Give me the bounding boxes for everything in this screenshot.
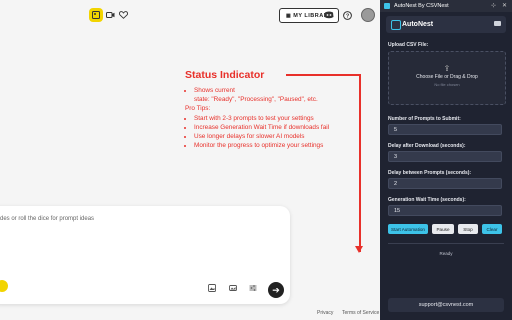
- tip-item: Start with 2-3 prompts to test your sett…: [194, 114, 360, 123]
- image-tab-icon[interactable]: [89, 8, 103, 22]
- annotation-bullet: Shows current state: "Ready", "Processin…: [194, 86, 360, 104]
- field-label-delay-prompts: Delay between Prompts (seconds):: [388, 170, 472, 176]
- discord-icon[interactable]: [322, 8, 336, 22]
- progress-divider: [388, 243, 504, 244]
- extension-panel: AutoNest By CSVNest ⊹ ✕ AutoNest Upload …: [380, 0, 512, 320]
- delay-download-input[interactable]: 3: [388, 151, 502, 162]
- stop-button[interactable]: Stop: [458, 224, 478, 234]
- upload-icon: ⇪: [443, 64, 451, 73]
- help-icon[interactable]: ?: [340, 8, 354, 22]
- aspect-ratio-icon[interactable]: [229, 284, 237, 294]
- brand-header: AutoNest: [386, 16, 506, 33]
- tip-item: Increase Generation Wait Time if downloa…: [194, 123, 360, 132]
- annotation-bullet-line1: Shows current: [194, 87, 235, 94]
- prompt-input[interactable]: des or roll the dice for prompt ideas: [0, 216, 94, 222]
- prompts-count-input[interactable]: 5: [388, 124, 502, 135]
- annotation-arrow-line: [286, 74, 360, 76]
- annotation-bullet-line2: state: "Ready", "Processing", "Paused", …: [194, 96, 318, 104]
- upload-label: Upload CSV File:: [388, 42, 429, 48]
- terms-link[interactable]: Terms of Service: [342, 310, 379, 316]
- autonest-logo-icon: [384, 3, 390, 9]
- close-icon[interactable]: ✕: [502, 2, 507, 9]
- arrow-right-icon: ➔: [272, 284, 280, 295]
- annotation-list: Shows current state: "Ready", "Processin…: [185, 86, 360, 150]
- upload-text: Choose File or Drag & Drop: [416, 74, 478, 80]
- upload-subtext: No file chosen: [434, 82, 460, 87]
- youtube-icon[interactable]: [494, 21, 501, 26]
- user-avatar[interactable]: [361, 8, 375, 22]
- pin-icon[interactable]: ⊹: [491, 2, 496, 9]
- field-label-delay-download: Delay after Download (seconds):: [388, 143, 466, 149]
- field-label-wait-time: Generation Wait Time (seconds):: [388, 197, 466, 203]
- pro-tips-label: Pro Tips:: [185, 105, 211, 113]
- status-indicator: Ready: [439, 251, 453, 256]
- delay-prompts-input[interactable]: 2: [388, 178, 502, 189]
- start-automation-button[interactable]: Start Automation: [388, 224, 428, 234]
- support-email[interactable]: support@csvnest.com: [388, 298, 504, 312]
- annotation-title: Status Indicator: [185, 69, 265, 81]
- privacy-link[interactable]: Privacy: [317, 310, 333, 316]
- send-button[interactable]: ➔: [268, 282, 284, 298]
- heart-icon[interactable]: [116, 8, 130, 22]
- annotation-arrowhead: [355, 246, 363, 253]
- panel-window-title: AutoNest By CSVNest: [394, 3, 449, 9]
- tip-item: Use longer delays for slower AI models: [194, 132, 360, 141]
- wait-time-input[interactable]: 15: [388, 205, 502, 216]
- clear-button[interactable]: Clear: [482, 224, 502, 234]
- settings-sliders-icon[interactable]: [249, 284, 257, 294]
- image-upload-icon[interactable]: [208, 284, 216, 294]
- pause-button[interactable]: Pause: [432, 224, 454, 234]
- prompt-box[interactable]: des or roll the dice for prompt ideas: [0, 206, 290, 304]
- autonest-brand-icon: [391, 20, 401, 30]
- library-icon: ▦: [286, 12, 292, 19]
- csv-upload-dropzone[interactable]: ⇪ Choose File or Drag & Drop No file cho…: [388, 51, 506, 105]
- brand-name: AutoNest: [402, 21, 434, 28]
- tip-item: Monitor the progress to optimize your se…: [194, 141, 360, 150]
- field-label-prompts: Number of Prompts to Submit:: [388, 116, 461, 122]
- video-tab-icon[interactable]: [103, 8, 117, 22]
- panel-titlebar: AutoNest By CSVNest ⊹ ✕: [380, 0, 512, 12]
